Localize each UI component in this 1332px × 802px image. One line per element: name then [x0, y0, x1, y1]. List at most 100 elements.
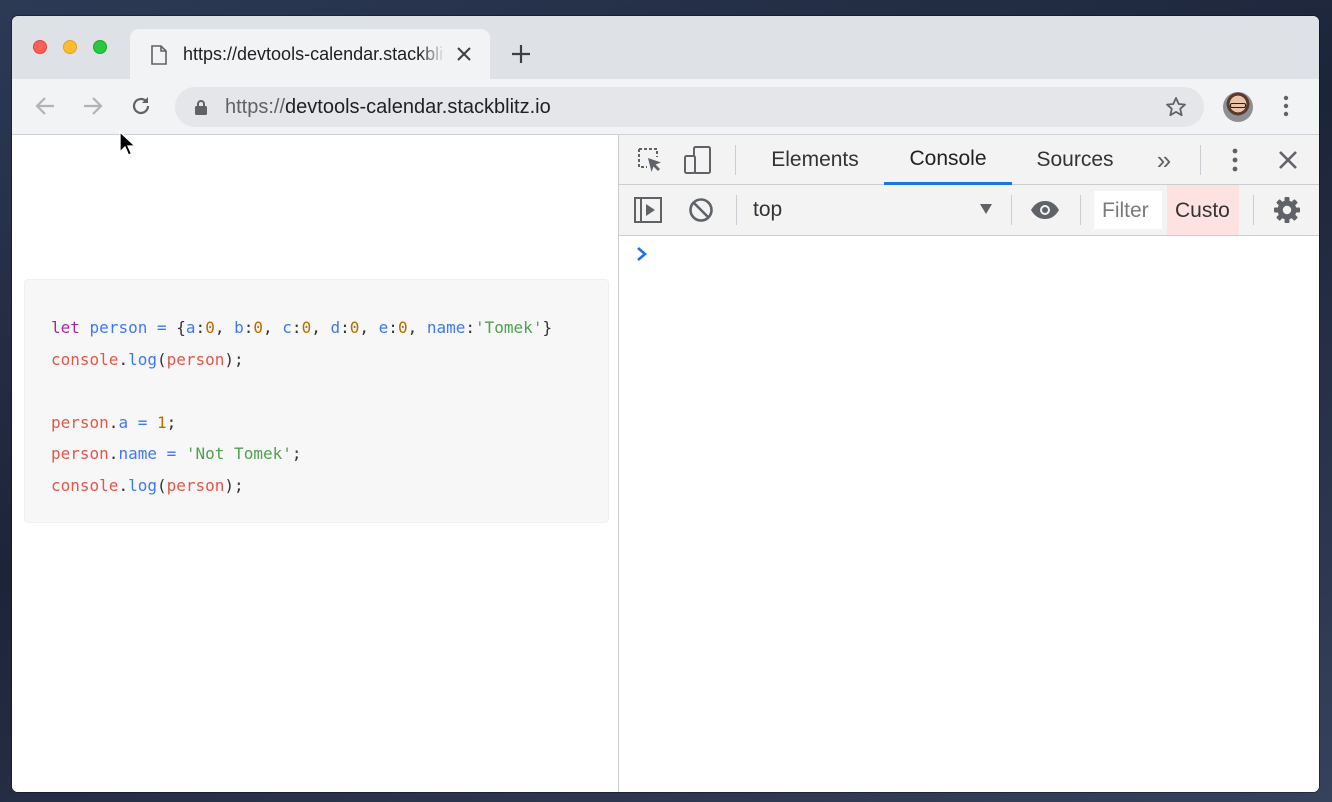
toolbar-divider — [1011, 195, 1012, 225]
close-devtools-button[interactable] — [1276, 148, 1300, 172]
devtools-menu-button[interactable] — [1225, 147, 1245, 173]
devtools-panel: Elements Console Sources » top Filter Cu… — [618, 135, 1319, 792]
code-line: console.log(person); — [51, 475, 244, 495]
code-argument: person — [166, 475, 225, 495]
code-object: console — [51, 349, 119, 369]
code-key: a — [185, 318, 196, 337]
code-punctuation: ); — [224, 475, 244, 495]
log-levels-dropdown[interactable]: Custo — [1167, 185, 1239, 235]
device-toolbar-button[interactable] — [683, 145, 713, 175]
code-number: 0 — [301, 318, 312, 337]
code-line: person.a = 1; — [51, 412, 177, 432]
tab-elements[interactable]: Elements — [755, 135, 875, 185]
lock-icon — [195, 100, 207, 115]
code-object: person — [51, 444, 109, 464]
close-icon — [1279, 151, 1297, 169]
block-icon — [689, 198, 713, 222]
code-number: 0 — [397, 318, 408, 337]
tab-sources[interactable]: Sources — [1019, 135, 1131, 185]
code-string: 'Tomek' — [475, 318, 543, 337]
code-block: let person = {a:0, b:0, c:0, d:0, e:0, n… — [24, 279, 609, 523]
code-variable: person — [89, 318, 148, 337]
console-toolbar: top Filter Custo — [619, 185, 1319, 236]
console-prompt-icon[interactable] — [635, 246, 649, 262]
code-operator: = — [156, 318, 167, 337]
code-function: log — [128, 349, 157, 369]
code-keyword: let — [51, 318, 80, 337]
mouse-cursor-icon — [119, 131, 137, 156]
url-host: devtools-calendar.stackblitz.io — [285, 96, 551, 118]
toolbar-divider — [735, 145, 736, 175]
code-punctuation: ); — [224, 349, 244, 369]
filter-input[interactable]: Filter — [1094, 191, 1162, 229]
code-line: person.name = 'Not Tomek'; — [51, 444, 302, 464]
inspect-cursor-icon — [638, 148, 661, 172]
forward-button[interactable] — [80, 93, 106, 119]
inspect-element-button[interactable] — [635, 146, 665, 174]
clear-console-button[interactable] — [687, 196, 715, 224]
code-operator: = — [137, 412, 148, 432]
arrow-forward-icon — [84, 97, 103, 115]
more-vertical-icon[interactable] — [1276, 93, 1296, 119]
browser-window: https://devtools-calendar.stackblitz.io — [12, 16, 1319, 792]
browser-toolbar: https://devtools-calendar.stackblitz.io — [12, 79, 1319, 135]
code-text: let person = {a:0, b:0, c:0, d:0, e:0, n… — [51, 312, 552, 502]
code-line: console.log(person); — [51, 349, 244, 369]
device-mobile-icon — [684, 146, 711, 174]
sidebar-toggle-icon — [634, 197, 662, 223]
context-selector[interactable]: top — [753, 198, 782, 222]
code-object: person — [51, 412, 109, 432]
close-tab-icon[interactable] — [455, 45, 473, 63]
tab-title: https://devtools-calendar.stackblitz.io — [183, 44, 445, 64]
gear-icon — [1274, 197, 1300, 223]
avatar[interactable] — [1223, 92, 1253, 122]
arrow-back-icon — [35, 97, 54, 115]
more-tabs-button[interactable]: » — [1149, 135, 1179, 185]
page-content: let person = {a:0, b:0, c:0, d:0, e:0, n… — [12, 131, 618, 792]
tab-strip: https://devtools-calendar.stackblitz.io — [12, 16, 1319, 79]
code-operator: = — [166, 444, 177, 464]
code-key: b — [234, 318, 244, 337]
code-property: name — [118, 444, 157, 464]
toolbar-divider — [736, 195, 737, 225]
code-key: e — [378, 318, 389, 337]
log-levels-label: Custo — [1175, 199, 1230, 222]
url-text: https://devtools-calendar.stackblitz.io — [225, 96, 551, 119]
eye-icon — [1031, 201, 1059, 219]
code-number: 0 — [253, 318, 264, 337]
console-settings-button[interactable] — [1273, 196, 1301, 224]
browser-tab[interactable]: https://devtools-calendar.stackblitz.io — [130, 29, 490, 79]
devtools-tab-bar: Elements Console Sources » — [619, 135, 1319, 185]
zoom-window-button[interactable] — [93, 40, 107, 54]
star-icon[interactable] — [1165, 96, 1187, 118]
code-property: a — [118, 412, 129, 432]
document-icon — [151, 45, 167, 65]
toolbar-divider — [1080, 195, 1081, 225]
address-bar[interactable]: https://devtools-calendar.stackblitz.io — [175, 87, 1204, 127]
minimize-window-button[interactable] — [63, 40, 77, 54]
toolbar-divider — [1200, 145, 1201, 175]
code-brace: } — [542, 318, 553, 337]
reload-button[interactable] — [128, 93, 154, 119]
code-key: d — [330, 318, 341, 337]
code-object: console — [51, 475, 119, 495]
back-button[interactable] — [32, 93, 58, 119]
tab-console[interactable]: Console — [884, 135, 1012, 185]
url-scheme: https:// — [225, 96, 286, 118]
triangle-down-icon[interactable] — [979, 203, 993, 215]
live-expression-button[interactable] — [1029, 198, 1061, 222]
show-sidebar-button[interactable] — [633, 196, 663, 224]
plus-icon[interactable] — [510, 43, 532, 65]
code-number: 1 — [157, 412, 167, 432]
reload-icon — [132, 97, 150, 115]
close-window-button[interactable] — [33, 40, 47, 54]
code-string: 'Not Tomek' — [185, 444, 292, 464]
code-brace: { — [176, 318, 186, 337]
code-argument: person — [166, 349, 225, 369]
more-vertical-icon — [1232, 148, 1238, 172]
code-key: name — [426, 318, 466, 337]
filter-placeholder: Filter — [1102, 199, 1149, 222]
toolbar-divider — [1253, 195, 1254, 225]
code-number: 0 — [349, 318, 360, 337]
